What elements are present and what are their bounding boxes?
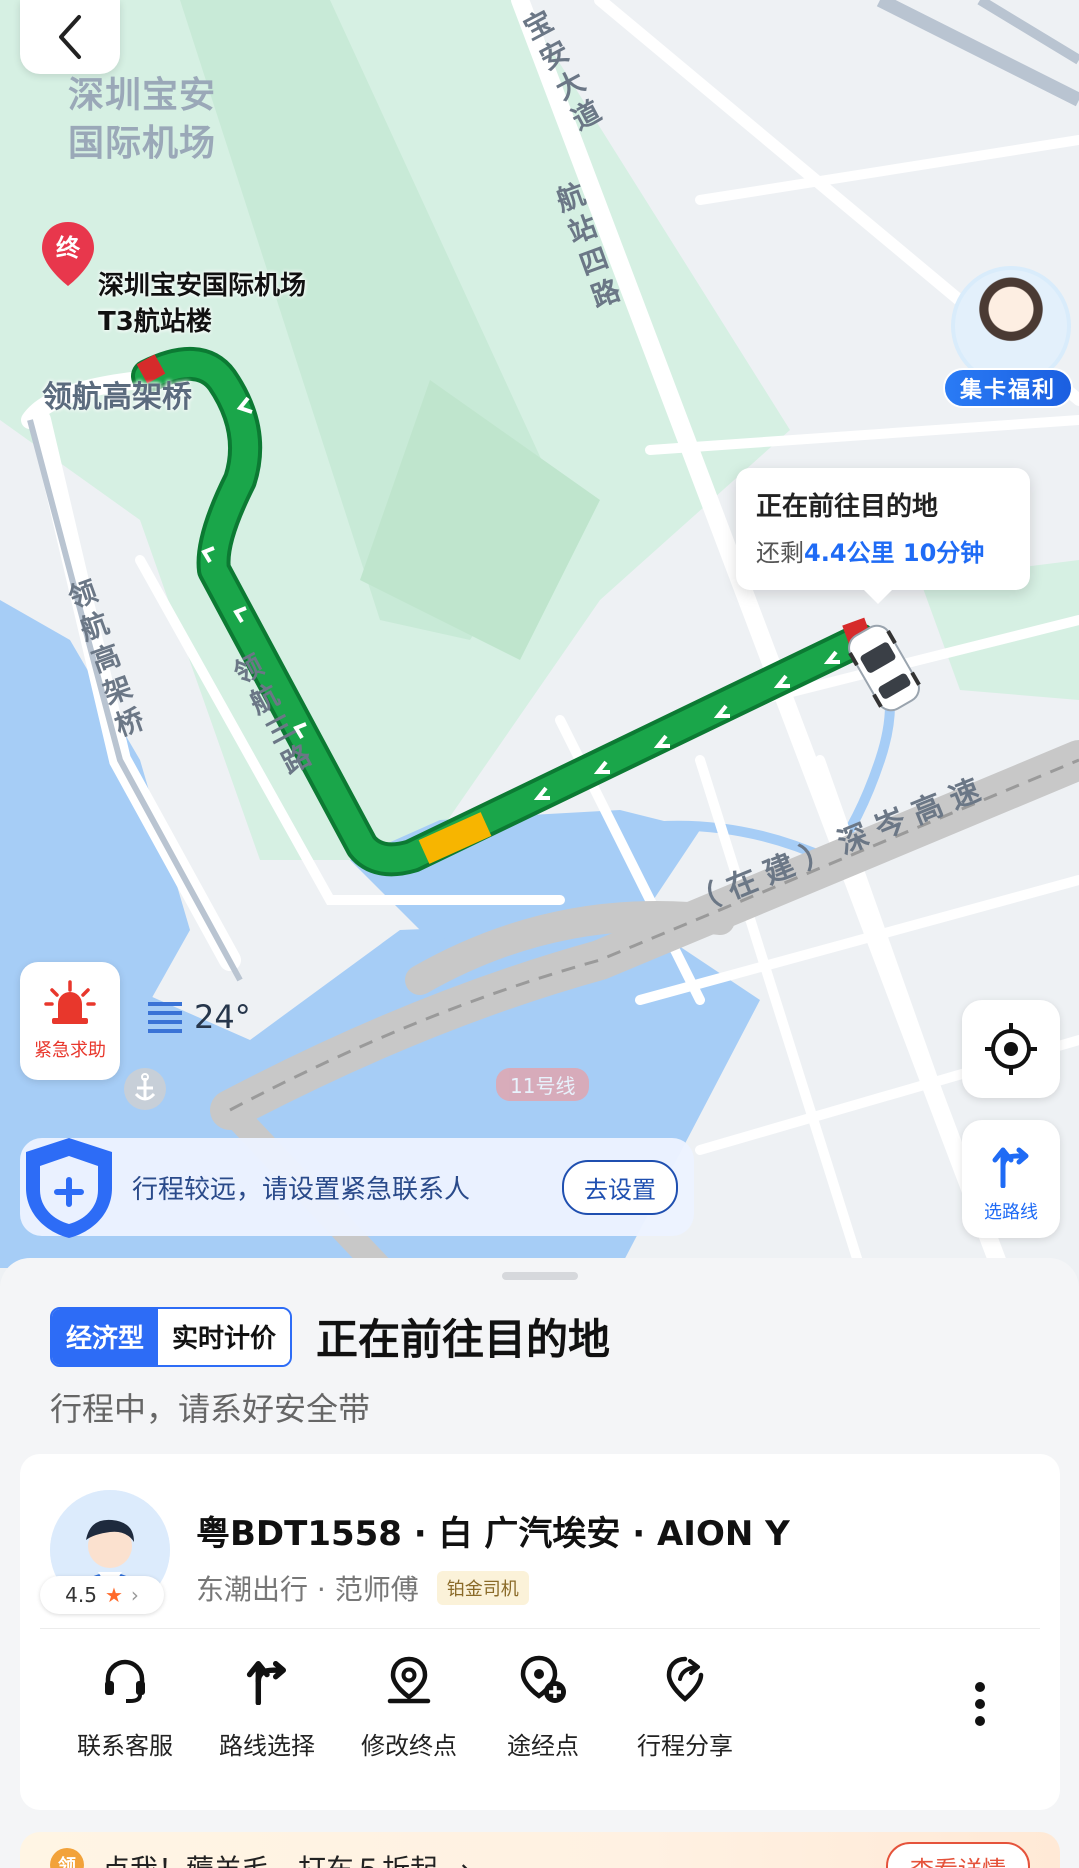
airport-poi-label: 深圳宝安 国际机场 [68,75,217,164]
view-details-button[interactable]: 查看详情 [886,1842,1030,1868]
locate-me-button[interactable] [962,1000,1060,1098]
trip-status-row: 经济型 实时计价 正在前往目的地 [50,1306,610,1367]
trip-status-title: 正在前往目的地 [316,1315,611,1364]
promo-card-collect[interactable]: 集卡福利 [943,266,1073,416]
driver-company-name: 东潮出行 · 范师傅 [196,1573,419,1606]
star-icon: ★ [104,1583,123,1607]
emergency-contact-text: 行程较远，请设置紧急联系人 [132,1174,471,1205]
anchor-icon [124,1068,166,1110]
trip-bottom-sheet[interactable]: 经济型 实时计价 正在前往目的地 行程中，请系好安全带 4.5 ★ › 粤BDT… [0,1258,1079,1868]
tip-remaining: 还剩4.4公里 10分钟 [756,533,1010,568]
action-label: 途经点 [507,1732,579,1760]
destination-label: 深圳宝安国际机场 T3航站楼 [98,271,307,337]
tip-title: 正在前往目的地 [756,492,939,522]
metro-line-label: 11号线 [496,1068,590,1101]
action-label: 行程分享 [637,1732,733,1760]
driver-card: 4.5 ★ › 粤BDT1558 · 白 广汽埃安 · AION Y 东潮出行 … [20,1454,1060,1810]
fog-icon [148,1002,182,1033]
share-trip-button[interactable]: 行程分享 [610,1650,760,1761]
alarm-siren-icon [44,980,96,1024]
location-pin-icon [387,1656,431,1704]
driver-level-badge: 铂金司机 [436,1571,529,1605]
select-route-button[interactable]: 选路线 [962,1120,1060,1238]
emergency-contact-banner[interactable]: 行程较远，请设置紧急联系人 去设置 [20,1138,694,1236]
action-label: 修改终点 [361,1732,457,1760]
trip-status-subtitle: 行程中，请系好安全带 [50,1390,371,1428]
shield-icon [26,1138,112,1238]
vehicle-plate-info: 粤BDT1558 · 白 广汽埃安 · AION Y [196,1514,790,1554]
road-label-linghang-viaduct: 领航高架桥 [42,380,192,415]
card-divider [40,1628,1040,1629]
route-branch-icon [246,1660,287,1705]
sos-button[interactable]: 紧急求助 [20,962,120,1080]
tip-remaining-value: 4.4公里 10分钟 [804,539,985,567]
chevron-right-icon: › [130,1583,139,1607]
route-branch-icon [992,1147,1029,1189]
more-actions-button[interactable] [950,1674,1010,1734]
car-type-tag: 经济型 实时计价 [50,1306,293,1367]
pricing-label: 实时计价 [158,1308,291,1365]
sheet-drag-handle[interactable] [502,1272,578,1280]
tip-remaining-prefix: 还剩 [756,539,804,567]
temperature: 24° [194,998,251,1036]
share-trip-icon [666,1656,704,1702]
action-label: 联系客服 [77,1732,173,1760]
crosshair-icon [985,1023,1037,1075]
chevron-left-icon [59,15,81,59]
sos-label: 紧急求助 [34,1040,106,1061]
car-type-label: 经济型 [52,1308,159,1365]
driver-info-line: 东潮出行 · 范师傅 铂金司机 [196,1568,529,1608]
go-setup-button[interactable]: 去设置 [562,1159,678,1215]
select-route-label: 选路线 [984,1202,1038,1223]
route-choice-button[interactable]: 路线选择 [192,1650,342,1761]
coupon-promo-text: 点我！薅羊毛，打车５折起 → [102,1848,470,1868]
weather-indicator: 24° [146,998,251,1036]
waypoint-add-icon [520,1655,566,1703]
trip-actions: 联系客服 路线选择 修改终点 途经点 行程分享 [20,1650,1060,1790]
action-label: 路线选择 [219,1732,315,1760]
map-view[interactable]: 深圳宝安 国际机场 终 深圳宝安国际机场 T3航站楼 领航高架桥 领航高架桥 领… [0,0,1079,1268]
trip-status-tooltip: 正在前往目的地 还剩4.4公里 10分钟 [736,468,1030,604]
promo-label: 集卡福利 [943,368,1073,408]
back-button[interactable] [20,0,120,74]
driver-rating[interactable]: 4.5 ★ › [40,1576,164,1614]
change-destination-button[interactable]: 修改终点 [334,1650,484,1761]
headset-icon [105,1659,145,1703]
rating-value: 4.5 [65,1583,97,1607]
contact-service-button[interactable]: 联系客服 [50,1650,200,1761]
coupon-coin-icon: 领 [50,1848,84,1868]
more-vertical-icon [975,1682,985,1726]
end-pin-icon[interactable]: 终 [40,220,96,290]
svg-text:终: 终 [56,234,81,262]
add-waypoint-button[interactable]: 途经点 [468,1650,618,1761]
coupon-promo-strip[interactable]: 领 点我！薅羊毛，打车５折起 → 查看详情 [20,1832,1060,1868]
